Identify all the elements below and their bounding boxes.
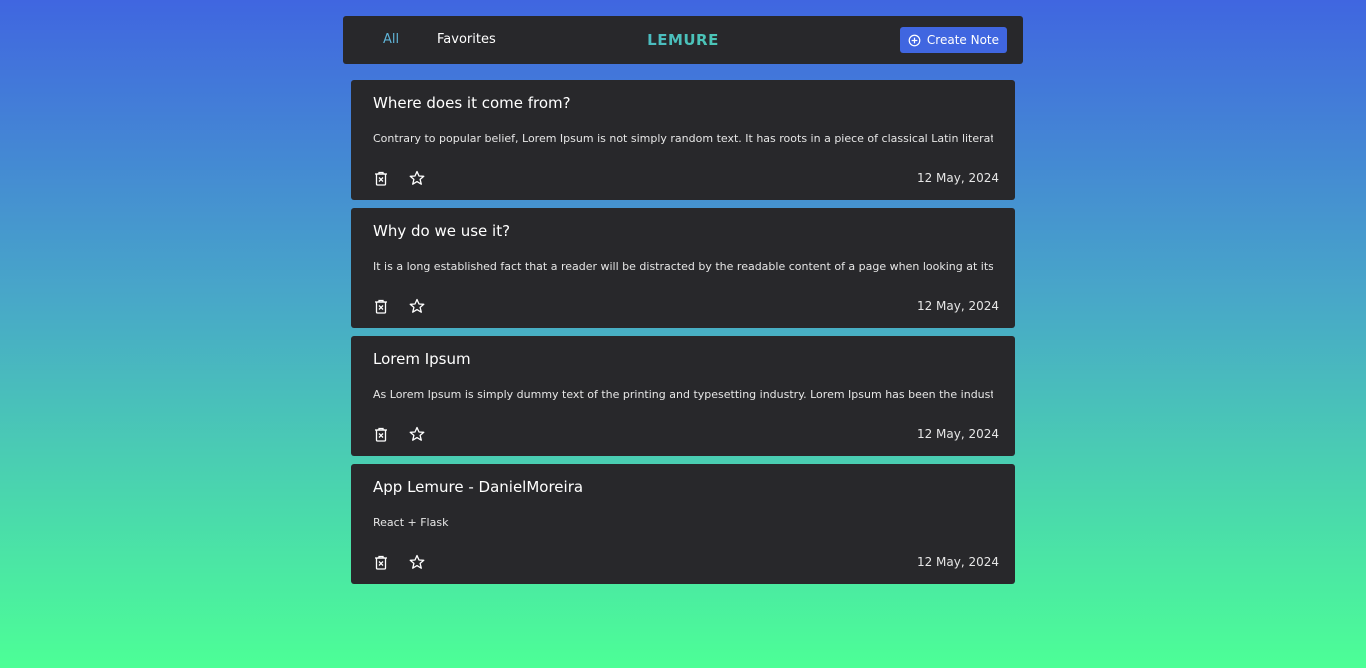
star-icon[interactable] — [409, 554, 425, 570]
create-note-button[interactable]: Create Note — [899, 27, 1007, 53]
trash-icon[interactable] — [373, 170, 389, 186]
note-actions — [373, 170, 425, 186]
tab-all[interactable]: All — [383, 16, 399, 64]
note-date: 12 May, 2024 — [916, 427, 999, 441]
note-date: 12 May, 2024 — [916, 171, 999, 185]
note-card: Where does it come from? Contrary to pop… — [351, 80, 1015, 200]
note-body: It is a long established fact that a rea… — [373, 260, 993, 273]
note-card: Why do we use it? It is a long establish… — [351, 208, 1015, 328]
note-body: React + Flask — [373, 516, 449, 529]
note-actions — [373, 426, 425, 442]
trash-icon[interactable] — [373, 426, 389, 442]
star-icon[interactable] — [409, 170, 425, 186]
top-navbar: LEMURE All Favorites Create Note — [343, 16, 1023, 64]
note-title: App Lemure - DanielMoreira — [373, 478, 584, 496]
note-body: Contrary to popular belief, Lorem Ipsum … — [373, 132, 993, 145]
note-date: 12 May, 2024 — [916, 555, 999, 569]
plus-circle-icon — [908, 34, 921, 47]
note-body: As Lorem Ipsum is simply dummy text of t… — [373, 388, 993, 401]
note-title: Lorem Ipsum — [373, 350, 471, 368]
note-card: App Lemure - DanielMoreira React + Flask… — [351, 464, 1015, 584]
note-actions — [373, 298, 425, 314]
note-date: 12 May, 2024 — [916, 299, 999, 313]
tab-favorites[interactable]: Favorites — [437, 16, 496, 64]
create-note-label: Create Note — [926, 33, 999, 47]
note-title: Where does it come from? — [373, 94, 571, 112]
star-icon[interactable] — [409, 298, 425, 314]
trash-icon[interactable] — [373, 298, 389, 314]
note-card: Lorem Ipsum As Lorem Ipsum is simply dum… — [351, 336, 1015, 456]
trash-icon[interactable] — [373, 554, 389, 570]
star-icon[interactable] — [409, 426, 425, 442]
note-title: Why do we use it? — [373, 222, 511, 240]
note-actions — [373, 554, 425, 570]
